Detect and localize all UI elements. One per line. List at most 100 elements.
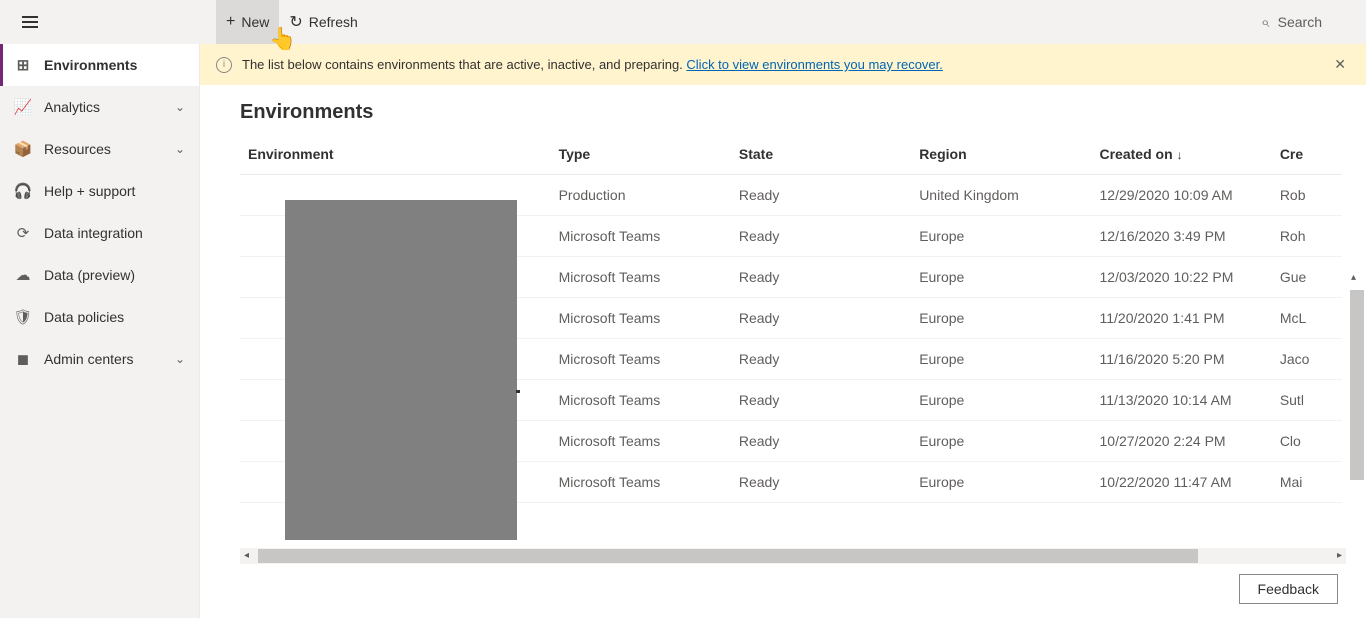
cell-region: United Kingdom — [911, 175, 1091, 216]
refresh-icon — [289, 12, 302, 32]
cell-createdby: Mai — [1272, 462, 1342, 503]
col-header-environment[interactable]: Environment — [240, 134, 551, 175]
cell-region: Europe — [911, 257, 1091, 298]
cell-type: Microsoft Teams — [551, 298, 731, 339]
chevron-down-icon: ⌄ — [175, 352, 185, 366]
sidebar-item-data-policies[interactable]: 🛡 Data policies — [0, 296, 199, 338]
cell-state: Ready — [731, 257, 911, 298]
sidebar-item-label: Data integration — [44, 225, 143, 241]
col-header-created[interactable]: Created on↓ — [1092, 134, 1272, 175]
new-button[interactable]: New — [216, 0, 279, 44]
search-input[interactable]: ⌕ Search — [1249, 0, 1366, 44]
sidebar-item-label: Data policies — [44, 309, 124, 325]
cell-state: Ready — [731, 380, 911, 421]
sidebar-item-data-preview-[interactable]: ☁ Data (preview) — [0, 254, 199, 296]
vertical-scrollbar[interactable]: ▴ — [1348, 284, 1364, 618]
cell-createdby: Clo — [1272, 421, 1342, 462]
cell-type: Microsoft Teams — [551, 421, 731, 462]
sidebar: ⊞ Environments 📈 Analytics ⌄ 📦 Resources ⌄ 🎧 Help… — [0, 44, 200, 618]
horizontal-scroll-thumb[interactable] — [258, 549, 1198, 563]
cell-type: Production — [551, 175, 731, 216]
plus-icon — [226, 13, 235, 31]
cell-createdby: Jaco — [1272, 339, 1342, 380]
cell-created: 10/22/2020 11:47 AM — [1092, 462, 1272, 503]
cell-region: Europe — [911, 421, 1091, 462]
refresh-button[interactable]: Refresh — [279, 0, 367, 44]
nav-icon: ◼ — [14, 350, 32, 368]
sidebar-item-help-support[interactable]: 🎧 Help + support — [0, 170, 199, 212]
cell-created: 12/29/2020 10:09 AM — [1092, 175, 1272, 216]
cell-type: Microsoft Teams — [551, 257, 731, 298]
refresh-button-label: Refresh — [309, 14, 358, 30]
sidebar-item-label: Environments — [44, 57, 137, 73]
cell-type: Microsoft Teams — [551, 216, 731, 257]
sidebar-item-label: Analytics — [44, 99, 100, 115]
hamburger-menu[interactable] — [8, 0, 52, 44]
sidebar-item-resources[interactable]: 📦 Resources ⌄ — [0, 128, 199, 170]
banner-text: The list below contains environments tha… — [242, 57, 943, 72]
col-header-type[interactable]: Type — [551, 134, 731, 175]
cell-type: Microsoft Teams — [551, 462, 731, 503]
sidebar-item-label: Resources — [44, 141, 111, 157]
sidebar-item-analytics[interactable]: 📈 Analytics ⌄ — [0, 86, 199, 128]
cell-state: Ready — [731, 175, 911, 216]
col-header-state[interactable]: State — [731, 134, 911, 175]
cell-createdby: Gue — [1272, 257, 1342, 298]
redacted-environment-names — [285, 200, 517, 540]
scroll-right-icon: ▸ — [1337, 550, 1342, 561]
col-header-createdby[interactable]: Cre — [1272, 134, 1342, 175]
cell-state: Ready — [731, 462, 911, 503]
hamburger-icon — [22, 21, 38, 23]
info-icon: i — [216, 57, 232, 73]
sidebar-item-environments[interactable]: ⊞ Environments — [0, 44, 199, 86]
cell-state: Ready — [731, 216, 911, 257]
cell-created: 10/27/2020 2:24 PM — [1092, 421, 1272, 462]
nav-icon: ⊞ — [14, 56, 32, 74]
sidebar-item-label: Help + support — [44, 183, 135, 199]
cell-region: Europe — [911, 298, 1091, 339]
page-title: Environments — [200, 85, 1366, 134]
feedback-button[interactable]: Feedback — [1239, 574, 1338, 604]
cell-created: 11/16/2020 5:20 PM — [1092, 339, 1272, 380]
sort-desc-icon: ↓ — [1177, 148, 1183, 162]
chevron-down-icon: ⌄ — [175, 100, 185, 114]
cell-createdby: Sutl — [1272, 380, 1342, 421]
cell-created: 11/13/2020 10:14 AM — [1092, 380, 1272, 421]
toolbar: New Refresh ⌕ Search — [200, 0, 1366, 44]
banner-link[interactable]: Click to view environments you may recov… — [686, 57, 942, 72]
nav-icon: 📈 — [14, 98, 32, 116]
new-button-label: New — [241, 14, 269, 30]
horizontal-scrollbar[interactable]: ◂ ▸ — [240, 548, 1346, 564]
sidebar-item-admin-centers[interactable]: ◼ Admin centers ⌄ — [0, 338, 199, 380]
cell-created: 12/03/2020 10:22 PM — [1092, 257, 1272, 298]
cell-type: Microsoft Teams — [551, 380, 731, 421]
vertical-scroll-thumb[interactable] — [1350, 290, 1364, 480]
sidebar-item-label: Data (preview) — [44, 267, 135, 283]
info-banner: i The list below contains environments t… — [200, 44, 1366, 85]
cell-state: Ready — [731, 421, 911, 462]
cell-region: Europe — [911, 216, 1091, 257]
sidebar-item-data-integration[interactable]: ⟳ Data integration — [0, 212, 199, 254]
scroll-left-icon: ◂ — [244, 550, 249, 561]
nav-icon: 🎧 — [14, 182, 32, 200]
nav-icon: ☁ — [14, 266, 32, 284]
cell-created: 11/20/2020 1:41 PM — [1092, 298, 1272, 339]
search-placeholder: Search — [1278, 14, 1322, 30]
col-header-region[interactable]: Region — [911, 134, 1091, 175]
cell-created: 12/16/2020 3:49 PM — [1092, 216, 1272, 257]
cell-state: Ready — [731, 298, 911, 339]
scroll-up-icon: ▴ — [1351, 272, 1356, 283]
nav-icon: ⟳ — [14, 224, 32, 242]
cell-state: Ready — [731, 339, 911, 380]
redacted-tick — [516, 390, 520, 393]
chevron-down-icon: ⌄ — [175, 142, 185, 156]
cell-region: Europe — [911, 462, 1091, 503]
cell-createdby: McL — [1272, 298, 1342, 339]
banner-close-button[interactable]: ✕ — [1330, 52, 1350, 77]
search-icon: ⌕ — [1261, 14, 1269, 31]
nav-icon: 📦 — [14, 140, 32, 158]
cell-createdby: Roh — [1272, 216, 1342, 257]
cell-region: Europe — [911, 339, 1091, 380]
nav-icon: 🛡 — [14, 308, 32, 326]
sidebar-item-label: Admin centers — [44, 351, 133, 367]
